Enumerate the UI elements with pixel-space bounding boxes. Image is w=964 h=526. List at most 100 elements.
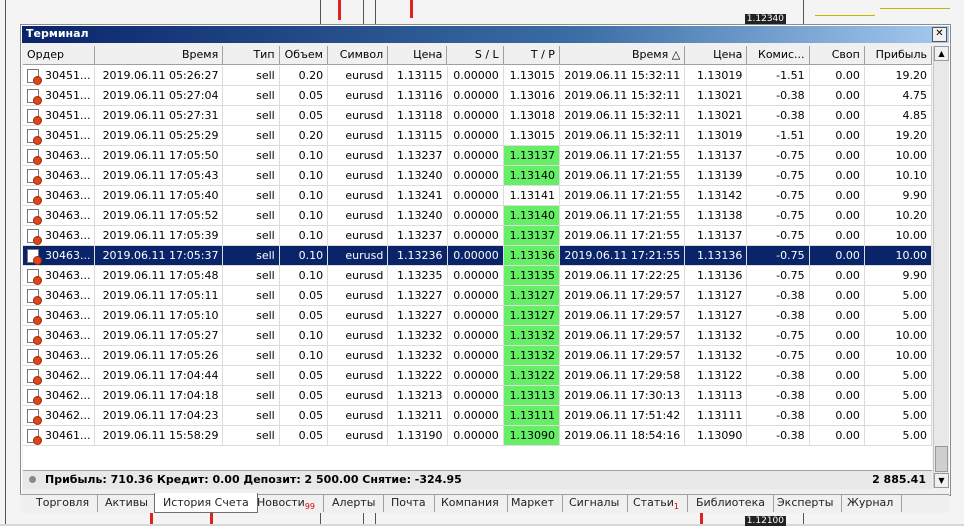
- cell-tp: 1.13141: [503, 186, 561, 206]
- column-header-tp[interactable]: T / P: [503, 46, 560, 65]
- table-row[interactable]: 30462... 2019.06.11 17:04:18 sell 0.05 eurus…: [23, 386, 932, 406]
- cell-open-time: 2019.06.11 17:04:44: [95, 366, 224, 386]
- tab-10[interactable]: Библиотека: [688, 495, 774, 512]
- table-row[interactable]: 30463... 2019.06.11 17:05:43 sell 0.10 eurus…: [23, 166, 932, 186]
- tab-3[interactable]: Новости99: [249, 495, 325, 512]
- close-icon[interactable]: ✕: [932, 27, 947, 42]
- cell-open-time: 2019.06.11 05:27:04: [95, 86, 224, 106]
- tab-12[interactable]: Журнал: [839, 495, 903, 512]
- cell-close-price: 1.13127: [685, 306, 748, 326]
- vertical-scrollbar[interactable]: ▲ ▼: [933, 46, 949, 488]
- cell-open-price: 1.13222: [388, 366, 448, 386]
- cell-close-time: 2019.06.11 17:51:42: [560, 406, 686, 426]
- column-header-swap[interactable]: Своп: [809, 46, 865, 65]
- cell-swap: 0.00: [809, 126, 865, 146]
- cell-profit: 9.90: [864, 266, 932, 286]
- cell-close-time: 2019.06.11 17:21:55: [560, 246, 686, 266]
- table-row[interactable]: 30463... 2019.06.11 17:05:50 sell 0.10 eurus…: [23, 146, 932, 166]
- cell-swap: 0.00: [809, 386, 865, 406]
- cell-symbol: eurusd: [328, 266, 389, 286]
- sell-order-icon: [27, 269, 42, 285]
- cell-type: sell: [223, 326, 280, 346]
- table-row[interactable]: 30462... 2019.06.11 17:04:44 sell 0.05 eurus…: [23, 366, 932, 386]
- table-row[interactable]: 30463... 2019.06.11 17:05:39 sell 0.10 eurus…: [23, 226, 932, 246]
- table-row[interactable]: 30451... 2019.06.11 05:27:31 sell 0.05 eurus…: [23, 106, 932, 126]
- tab-0[interactable]: Торговля: [28, 495, 99, 512]
- tab-11[interactable]: Эксперты: [769, 495, 843, 512]
- column-header-volume[interactable]: Объем: [279, 46, 328, 65]
- table-row[interactable]: 30463... 2019.06.11 17:05:10 sell 0.05 eurus…: [23, 306, 932, 326]
- tab-7[interactable]: Маркет: [503, 495, 564, 512]
- tab-9[interactable]: Статьи1: [625, 495, 688, 512]
- cell-type: sell: [223, 126, 280, 146]
- tab-5[interactable]: Почта: [383, 495, 435, 512]
- table-row[interactable]: 30462... 2019.06.11 17:04:23 sell 0.05 eurus…: [23, 406, 932, 426]
- table-row[interactable]: 30463... 2019.06.11 17:05:37 sell 0.10 eurus…: [23, 246, 932, 266]
- column-header-open-price[interactable]: Цена: [388, 46, 448, 65]
- sell-order-icon: [27, 369, 42, 385]
- column-header-symbol[interactable]: Символ: [327, 46, 389, 65]
- column-header-sl[interactable]: S / L: [447, 46, 504, 65]
- cell-close-time: 2019.06.11 17:21:55: [560, 226, 686, 246]
- cell-sl: 0.00000: [447, 406, 504, 426]
- tab-badge: 99: [304, 502, 316, 512]
- cell-close-time: 2019.06.11 17:29:57: [560, 346, 686, 366]
- cell-sl: 0.00000: [447, 286, 504, 306]
- cell-close-time: 2019.06.11 17:29:57: [560, 286, 686, 306]
- cell-open-price: 1.13227: [388, 306, 448, 326]
- cell-profit: 5.00: [864, 406, 932, 426]
- column-header-close-price[interactable]: Цена: [685, 46, 748, 65]
- cell-volume: 0.10: [279, 186, 329, 206]
- cell-profit: 5.00: [864, 426, 932, 446]
- cell-sl: 0.00000: [447, 266, 504, 286]
- scroll-up-icon[interactable]: ▲: [934, 46, 949, 61]
- cell-sl: 0.00000: [447, 226, 504, 246]
- table-row[interactable]: 30463... 2019.06.11 17:05:11 sell 0.05 eurus…: [23, 286, 932, 306]
- cell-sl: 0.00000: [447, 246, 504, 266]
- cell-close-time: 2019.06.11 17:30:13: [560, 386, 686, 406]
- tab-2[interactable]: История Счета: [154, 493, 258, 513]
- scroll-thumb[interactable]: [935, 446, 948, 472]
- tab-6[interactable]: Компания: [433, 495, 508, 512]
- table-row[interactable]: 30451... 2019.06.11 05:25:29 sell 0.20 eurus…: [23, 126, 932, 146]
- cell-profit: 10.20: [864, 206, 932, 226]
- cell-open-price: 1.13241: [388, 186, 448, 206]
- tab-8[interactable]: Сигналы: [561, 495, 629, 512]
- cell-tp: 1.13015: [503, 66, 561, 86]
- column-header-close-time[interactable]: Время △: [559, 46, 686, 65]
- table-row[interactable]: 30461... 2019.06.11 15:58:29 sell 0.05 eurus…: [23, 426, 932, 446]
- cell-close-price: 1.13127: [685, 286, 748, 306]
- column-header-commission[interactable]: Комис...: [747, 46, 810, 65]
- cell-open-price: 1.13232: [388, 346, 448, 366]
- cell-tp: 1.13016: [503, 86, 561, 106]
- title-bar[interactable]: Терминал ✕: [22, 26, 949, 43]
- tab-1[interactable]: Активы: [97, 495, 157, 512]
- table-row[interactable]: 30451... 2019.06.11 05:26:27 sell 0.20 eurus…: [23, 66, 932, 86]
- cell-swap: 0.00: [809, 226, 865, 246]
- column-header-profit[interactable]: Прибыль: [864, 46, 932, 65]
- cell-close-price: 1.13090: [685, 426, 748, 446]
- scroll-down-icon[interactable]: ▼: [934, 473, 949, 488]
- table-row[interactable]: 30463... 2019.06.11 17:05:27 sell 0.10 eurus…: [23, 326, 932, 346]
- table-row[interactable]: 30463... 2019.06.11 17:05:40 sell 0.10 eurus…: [23, 186, 932, 206]
- column-header-order[interactable]: Ордер: [23, 46, 96, 65]
- table-row[interactable]: 30451... 2019.06.11 05:27:04 sell 0.05 eurus…: [23, 86, 932, 106]
- cell-close-price: 1.13019: [685, 126, 748, 146]
- summary-row: Прибыль: 710.36 Кредит: 0.00 Депозит: 2 …: [23, 470, 932, 489]
- chart-price-label: 1.12340: [744, 14, 786, 24]
- cell-open-price: 1.13237: [388, 226, 448, 246]
- cell-tp: 1.13135: [503, 266, 561, 286]
- sell-order-icon: [27, 129, 42, 145]
- cell-sl: 0.00000: [447, 326, 504, 346]
- cell-close-price: 1.13137: [685, 146, 748, 166]
- cell-symbol: eurusd: [328, 106, 389, 126]
- tab-4[interactable]: Алерты: [324, 495, 385, 512]
- column-header-open-time[interactable]: Время: [95, 46, 224, 65]
- cell-type: sell: [223, 386, 280, 406]
- table-row[interactable]: 30463... 2019.06.11 17:05:52 sell 0.10 eurus…: [23, 206, 932, 226]
- table-row[interactable]: 30463... 2019.06.11 17:05:48 sell 0.10 eurus…: [23, 266, 932, 286]
- cell-order: 30462...: [23, 366, 96, 386]
- cell-close-time: 2019.06.11 17:21:55: [560, 166, 686, 186]
- table-row[interactable]: 30463... 2019.06.11 17:05:26 sell 0.10 eurus…: [23, 346, 932, 366]
- column-header-type[interactable]: Тип: [223, 46, 280, 65]
